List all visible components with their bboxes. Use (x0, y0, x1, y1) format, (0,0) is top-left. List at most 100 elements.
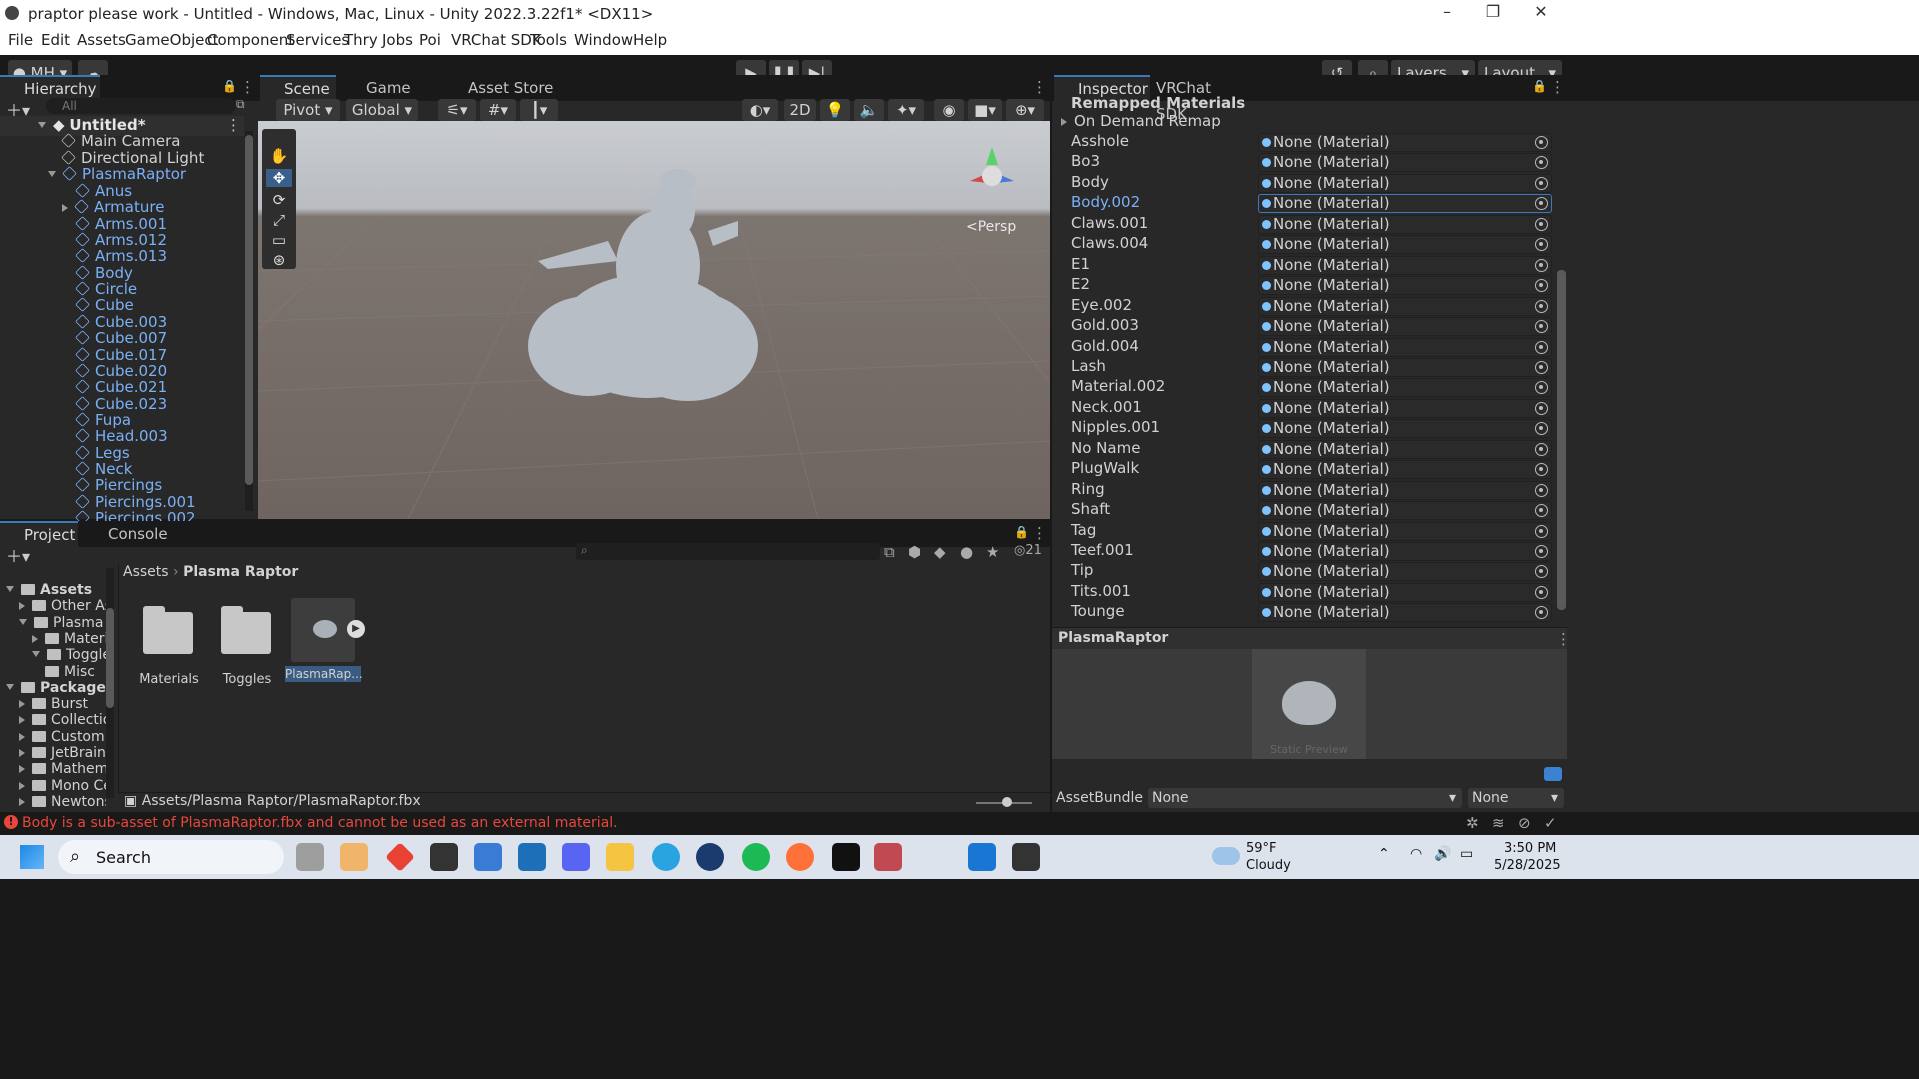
transform-tool-icon[interactable]: ⊛ (266, 251, 292, 269)
move-tool-icon[interactable]: ✥ (266, 169, 292, 187)
app-icon[interactable] (340, 843, 368, 871)
status-message[interactable]: Body is a sub-asset of PlasmaRaptor.fbx … (22, 815, 618, 831)
chevron-right-icon[interactable] (19, 732, 25, 741)
app-icon[interactable] (968, 843, 996, 871)
app-icon[interactable] (385, 842, 415, 872)
material-field[interactable]: None (Material) (1258, 235, 1552, 255)
material-field[interactable]: None (Material) (1258, 296, 1552, 316)
object-picker-icon[interactable] (1535, 176, 1548, 190)
object-picker-icon[interactable] (1535, 279, 1548, 293)
grid-icon[interactable]: #▾ (480, 99, 516, 121)
app-icon[interactable] (430, 843, 458, 871)
file-explorer-icon[interactable] (606, 843, 634, 871)
object-picker-icon[interactable] (1535, 340, 1548, 354)
object-picker-icon[interactable] (1535, 401, 1548, 415)
expand-arrow-icon[interactable] (62, 204, 68, 213)
material-field[interactable]: None (Material) (1258, 582, 1552, 602)
object-picker-icon[interactable] (1535, 320, 1548, 334)
app-icon[interactable] (874, 843, 902, 871)
camera-icon[interactable]: ■▾ (968, 99, 1002, 121)
menu-poi[interactable]: Poi (419, 31, 441, 49)
windows-start-icon[interactable] (20, 845, 44, 869)
material-field[interactable]: None (Material) (1258, 521, 1552, 541)
material-field[interactable]: None (Material) (1258, 378, 1552, 398)
audio-icon[interactable]: 🔈 (854, 99, 884, 121)
object-picker-icon[interactable] (1535, 442, 1548, 456)
rect-tool-icon[interactable]: ▭ (266, 231, 292, 249)
object-picker-icon[interactable] (1535, 238, 1548, 252)
2d-toggle[interactable]: 2D (784, 99, 816, 121)
lock-icon[interactable]: 🔒 (1532, 79, 1547, 93)
menu-component[interactable]: Component (207, 31, 294, 49)
filter-icon[interactable]: ⬢ (908, 543, 921, 561)
telegram-icon[interactable] (652, 843, 680, 871)
menu-vrchat-sdk[interactable]: VRChat SDK (451, 31, 542, 49)
project-tree-item[interactable]: Newtons (19, 794, 106, 814)
menu-gameobject[interactable]: GameObject (125, 31, 219, 49)
debug-icon[interactable]: ✲ (1466, 814, 1479, 832)
material-field[interactable]: None (Material) (1258, 562, 1552, 582)
hand-tool-icon[interactable]: ✋ (266, 147, 292, 165)
object-picker-icon[interactable] (1535, 504, 1548, 518)
menu-assets[interactable]: Assets (77, 31, 126, 49)
material-field[interactable]: None (Material) (1258, 255, 1552, 275)
object-picker-icon[interactable] (1535, 422, 1548, 436)
material-field[interactable]: None (Material) (1258, 398, 1552, 418)
object-picker-icon[interactable] (1535, 360, 1548, 374)
material-field[interactable]: None (Material) (1258, 480, 1552, 500)
app-icon[interactable] (518, 843, 546, 871)
chevron-right-icon[interactable] (32, 634, 38, 643)
material-field[interactable]: None (Material) (1258, 317, 1552, 337)
on-demand-remap-foldout[interactable]: On Demand Remap (1061, 112, 1221, 130)
material-field[interactable]: None (Material) (1258, 439, 1552, 459)
persp-label[interactable]: <Persp (966, 219, 1016, 235)
tab-asset-store[interactable]: Asset Store (444, 75, 564, 101)
object-picker-icon[interactable] (1535, 545, 1548, 558)
search-options-icon[interactable]: ⧉ (236, 97, 245, 112)
object-picker-icon[interactable] (1535, 381, 1548, 395)
wifi-icon[interactable]: ◠ (1410, 846, 1422, 862)
chevron-right-icon[interactable] (19, 797, 25, 806)
menu-jobs[interactable]: Jobs (382, 31, 413, 49)
expand-icon[interactable]: ▶ (347, 620, 365, 638)
layers-icon[interactable]: ≋ (1492, 814, 1505, 832)
inspector-scrollbar[interactable] (1557, 270, 1566, 610)
object-picker-icon[interactable] (1535, 606, 1548, 620)
preview-menu-icon[interactable]: ⋮ (1556, 630, 1571, 648)
object-picker-icon[interactable] (1535, 524, 1548, 538)
tab-console[interactable]: Console (84, 521, 168, 547)
kebab-menu-icon[interactable]: ⋮ (240, 78, 255, 96)
chevron-right-icon[interactable] (19, 781, 25, 790)
chevron-right-icon[interactable] (19, 716, 25, 725)
hidden-packages-icon[interactable]: ◎21 (1014, 543, 1042, 558)
material-field[interactable]: None (Material) (1258, 542, 1552, 561)
tag-icon[interactable] (1544, 767, 1562, 781)
app-icon[interactable] (832, 843, 860, 871)
material-field[interactable]: None (Material) (1258, 501, 1552, 521)
material-field[interactable]: None (Material) (1258, 460, 1552, 480)
material-field[interactable]: None (Material) (1258, 603, 1552, 623)
asset-materials[interactable]: Materials (139, 606, 199, 708)
material-field[interactable]: None (Material) (1258, 173, 1552, 193)
rotate-tool-icon[interactable]: ⟳ (266, 191, 292, 209)
kebab-menu-icon[interactable]: ⋮ (1032, 524, 1047, 542)
material-field[interactable]: None (Material) (1258, 337, 1552, 357)
chevron-right-icon[interactable] (19, 749, 25, 757)
object-picker-icon[interactable] (1535, 483, 1548, 497)
object-picker-icon[interactable] (1535, 217, 1548, 231)
chevron-right-icon[interactable] (19, 765, 25, 774)
assetbundle-dropdown[interactable]: None ▾ (1148, 788, 1462, 808)
breadcrumb-plasma-raptor[interactable]: Plasma Raptor (183, 564, 298, 580)
shading-icon[interactable]: ◐▾ (742, 99, 778, 121)
hierarchy-scrollbar[interactable] (245, 131, 253, 511)
material-field[interactable]: None (Material) (1258, 357, 1552, 377)
checkmark-icon[interactable]: ✓ (1544, 814, 1557, 832)
kebab-menu-icon[interactable]: ⋮ (1550, 78, 1565, 96)
restore-button[interactable]: ❐ (1470, 2, 1516, 26)
lock-icon[interactable]: 🔒 (1014, 525, 1029, 539)
lock-icon[interactable]: 🔒 (222, 79, 237, 93)
breadcrumb-assets[interactable]: Assets (123, 564, 169, 580)
task-view-icon[interactable] (296, 843, 324, 871)
firefox-icon[interactable] (786, 843, 814, 871)
chevron-right-icon[interactable] (19, 602, 25, 611)
